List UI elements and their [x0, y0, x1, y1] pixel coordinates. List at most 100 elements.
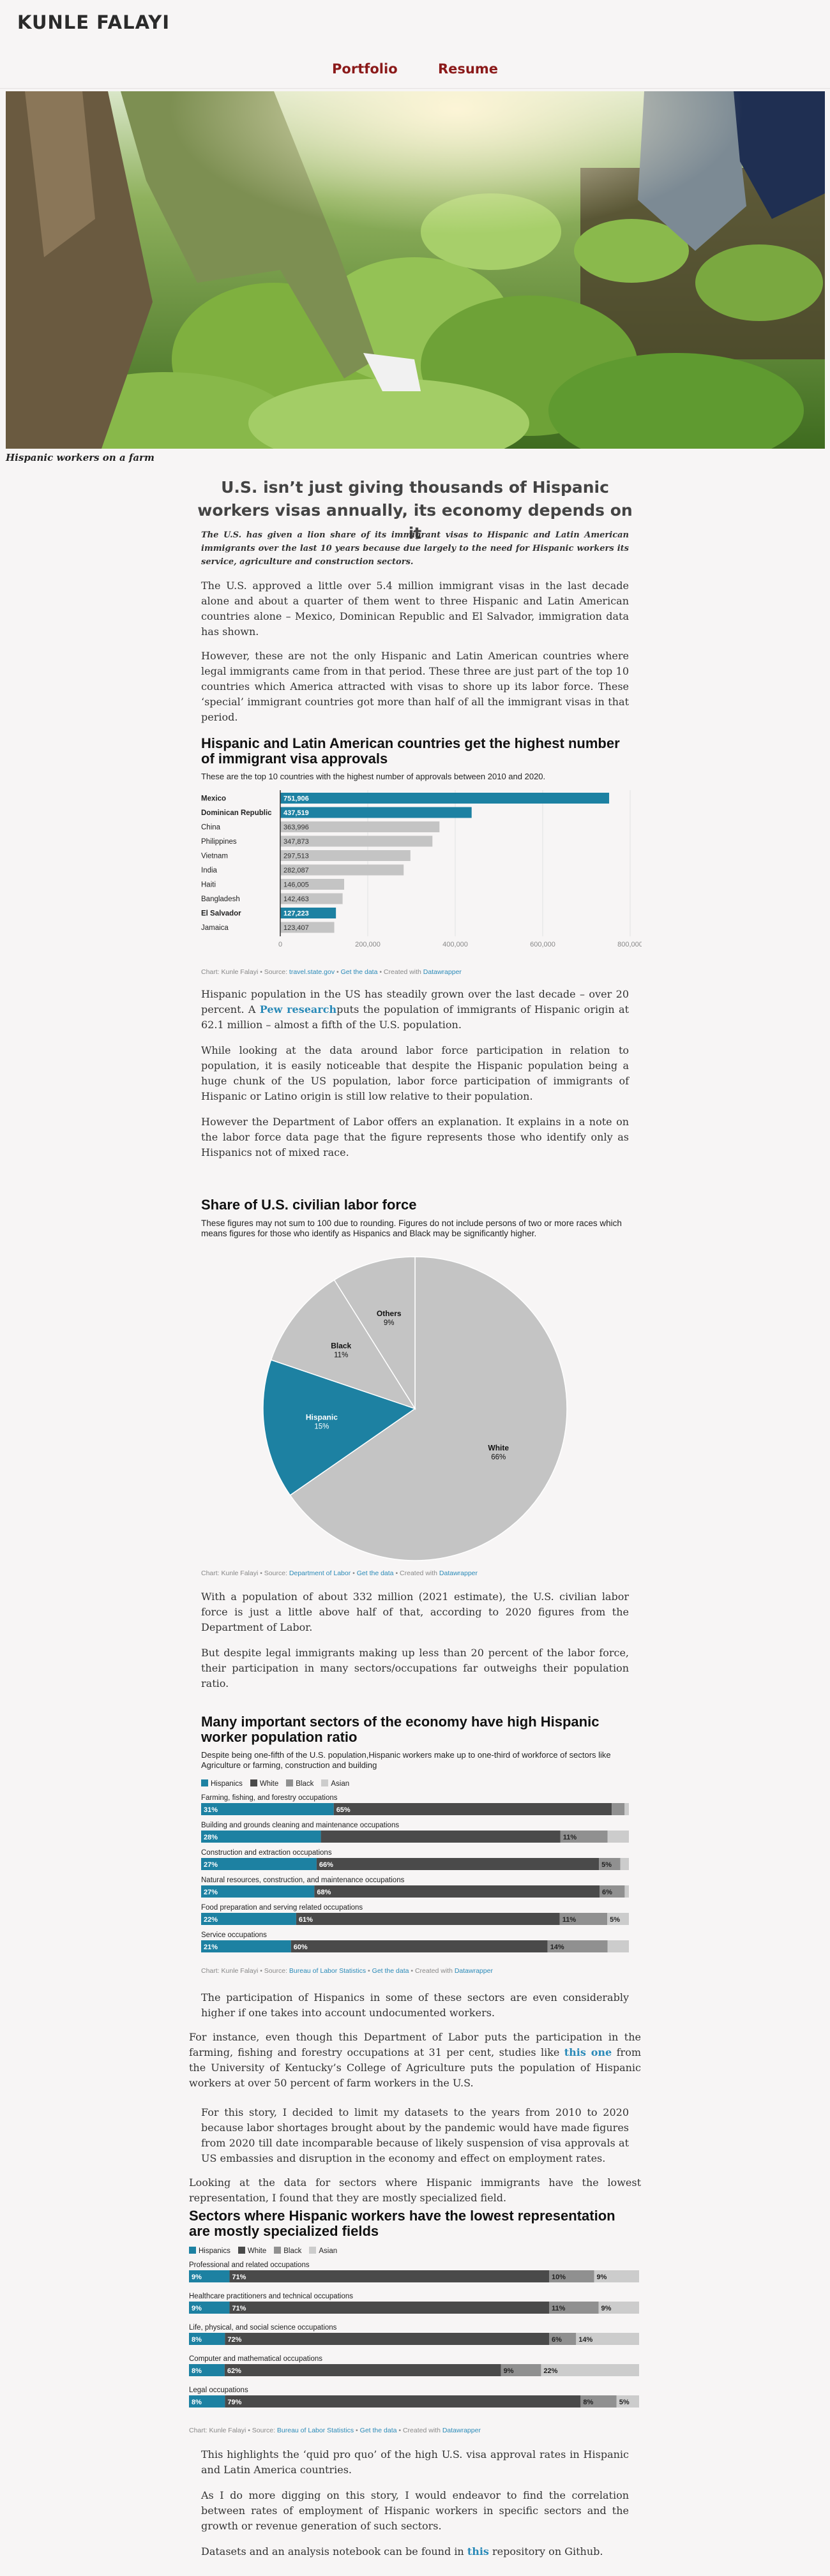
- segment-value-label: 8%: [192, 2336, 202, 2344]
- github-repo-link[interactable]: this: [467, 2545, 489, 2557]
- chart2-get-data-link[interactable]: Get the data: [357, 1569, 394, 1577]
- chart4-get-data-link[interactable]: Get the data: [360, 2427, 397, 2434]
- segment-value-label: 9%: [192, 2305, 202, 2312]
- paragraph-1: The U.S. approved a little over 5.4 mill…: [201, 580, 629, 638]
- legend-item: Hispanics: [201, 1779, 243, 1788]
- segment-value-label: 10%: [552, 2273, 566, 2281]
- segment-value-label: 8%: [192, 2367, 202, 2375]
- segment-value-label: 6%: [602, 1889, 612, 1896]
- x-tick-label: 200,000: [355, 941, 381, 948]
- x-tick-label: 800,000: [617, 941, 642, 948]
- category-label: Dominican Republic: [201, 809, 272, 817]
- category-label: Bangladesh: [201, 895, 240, 903]
- main-nav: Portfolio Resume: [0, 61, 830, 77]
- segment-value-label: 9%: [504, 2367, 514, 2375]
- chart1-footer: Chart: Kunle Falayi • Source: travel.sta…: [201, 968, 462, 976]
- chart1-title: Hispanic and Latin American countries ge…: [201, 735, 620, 767]
- chart3-datawrapper-link[interactable]: Datawrapper: [455, 1967, 493, 1975]
- chart1-source-link[interactable]: travel.state.gov: [289, 968, 335, 976]
- segment-value-label: 27%: [204, 1861, 218, 1869]
- paragraph-6: With a population of about 332 million (…: [201, 1591, 629, 1633]
- chart3-get-data-link[interactable]: Get the data: [372, 1967, 409, 1975]
- chart2-source-link[interactable]: Department of Labor: [289, 1569, 351, 1577]
- segment-value-label: 11%: [563, 1834, 577, 1841]
- segment-value-label: 5%: [601, 1861, 612, 1869]
- lowest-block: Looking at the data for sectors where Hi…: [189, 2175, 641, 2206]
- chart3-title: Many important sectors of the economy ha…: [201, 1714, 600, 1745]
- segment-value-label: 31%: [204, 1806, 218, 1814]
- paragraph-10: For this story, I decided to limit my da…: [201, 2106, 629, 2164]
- labor-force-pie-chart: White66% Hispanic15% Black11% Others9%: [262, 1256, 568, 1561]
- kentucky-study-link[interactable]: this one: [564, 2046, 612, 2058]
- stacked-segment: [229, 2270, 549, 2282]
- stacked-segment: [620, 1858, 629, 1870]
- segment-value-label: 71%: [232, 2305, 246, 2312]
- paragraph-14: Datasets and an analysis notebook can be…: [201, 2545, 603, 2557]
- pie-slice-value: 9%: [384, 1319, 395, 1327]
- chart2-datawrapper-link[interactable]: Datawrapper: [439, 1569, 478, 1577]
- paragraph-3: Hispanic population in the US has steadi…: [201, 988, 630, 1031]
- site-title[interactable]: KUNLE FALAYI: [17, 11, 170, 33]
- low-representation-stacked-chart: Professional and related occupations 9% 71…: [189, 2261, 639, 2408]
- segment-value-label: 5%: [619, 2399, 630, 2406]
- legend-item: Black: [274, 2247, 301, 2255]
- segment-value-label: 27%: [204, 1889, 218, 1896]
- bar-value-label: 127,223: [283, 910, 309, 918]
- segment-value-label: 68%: [317, 1889, 331, 1896]
- chart2-subtitle: These figures may not sum to 100 due to …: [201, 1218, 622, 1238]
- legend-swatch: [274, 2247, 282, 2254]
- pie-slice-value: 11%: [334, 1352, 348, 1359]
- stacked-segment: [201, 1885, 315, 1898]
- segment-value-label: 71%: [232, 2273, 246, 2281]
- intro-block: The U.S. approved a little over 5.4 mill…: [201, 578, 629, 725]
- paragraph-5: However the Department of Labor offers a…: [201, 1116, 629, 1158]
- category-label: Mexico: [201, 795, 226, 803]
- chart1-get-data-link[interactable]: Get the data: [341, 968, 378, 976]
- chart3-source-link[interactable]: Bureau of Labor Statistics: [289, 1967, 366, 1975]
- segment-value-label: 6%: [552, 2336, 562, 2344]
- pie-slice-value: 66%: [491, 1453, 506, 1461]
- category-label: Life, physical, and social science occup…: [189, 2324, 337, 2332]
- stacked-segment: [607, 1831, 629, 1843]
- article-lead: The U.S. has given a lion share of its i…: [201, 530, 629, 567]
- segment-value-label: 62%: [227, 2367, 241, 2375]
- pie-slice-label: White: [488, 1443, 509, 1452]
- sector-block: The participation of Hispanics in some o…: [201, 1990, 629, 2021]
- category-label: Professional and related occupations: [189, 2261, 310, 2269]
- pew-research-link[interactable]: Pew research: [260, 1003, 336, 1015]
- category-label: Farming, fishing, and forestry occupatio…: [201, 1794, 338, 1802]
- paragraph-12: This highlights the ‘quid pro quo’ of th…: [201, 2448, 629, 2476]
- category-label: Service occupations: [201, 1931, 267, 1939]
- legend-swatch: [309, 2247, 317, 2254]
- segment-value-label: 21%: [204, 1943, 218, 1951]
- chart4-source-link[interactable]: Bureau of Labor Statistics: [277, 2427, 354, 2434]
- segment-value-label: 11%: [552, 2305, 566, 2312]
- segment-value-label: 9%: [192, 2273, 202, 2281]
- paragraph-4: While looking at the data around labor f…: [201, 1044, 629, 1102]
- segment-value-label: 11%: [562, 1916, 577, 1924]
- chart4-datawrapper-link[interactable]: Datawrapper: [442, 2427, 481, 2434]
- category-label: Computer and mathematical occupations: [189, 2355, 322, 2363]
- bar-value-label: 297,513: [283, 853, 309, 860]
- category-label: China: [201, 824, 221, 832]
- pie-slice-label: Hispanic: [306, 1413, 338, 1422]
- stacked-segment: [225, 2395, 581, 2408]
- nav-resume[interactable]: Resume: [438, 61, 498, 77]
- nav-portfolio[interactable]: Portfolio: [332, 61, 398, 77]
- legend-swatch: [321, 1779, 329, 1786]
- bar-value-label: 751,906: [283, 795, 309, 803]
- x-tick-label: 0: [278, 941, 282, 948]
- bar: [280, 793, 610, 804]
- legend-swatch: [201, 1779, 208, 1786]
- segment-value-label: 22%: [543, 2367, 557, 2375]
- category-label: Haiti: [201, 881, 216, 889]
- stacked-segment: [296, 1913, 560, 1925]
- chart4-footer: Chart: Kunle Falayi • Source: Bureau of …: [189, 2427, 481, 2434]
- stacked-segment: [314, 1885, 600, 1898]
- segment-value-label: 8%: [192, 2399, 202, 2406]
- stacked-segment: [321, 1831, 561, 1843]
- legend-item: White: [250, 1779, 278, 1788]
- chart1-datawrapper-link[interactable]: Datawrapper: [423, 968, 462, 976]
- middle-block: Hispanic population in the US has steadi…: [201, 987, 629, 1160]
- paragraph-11: Looking at the data for sectors where Hi…: [189, 2176, 641, 2204]
